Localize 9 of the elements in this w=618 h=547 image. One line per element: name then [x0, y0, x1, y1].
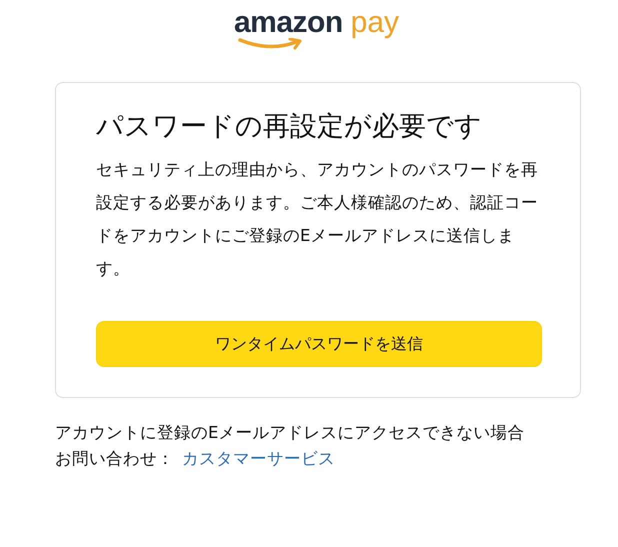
card-title: パスワードの再設定が必要です	[96, 111, 483, 144]
smile-arrow-icon	[238, 38, 304, 50]
customer-service-link[interactable]: カスタマーサービス	[182, 446, 335, 472]
logo-product: pay	[350, 8, 400, 38]
logo-brand: amazon	[234, 8, 343, 38]
send-button[interactable]: ワンタイムパスワードを送信	[96, 321, 542, 368]
help-text: アカウントに登録のEメールアドレスにアクセスできない場合	[55, 422, 526, 444]
contact-label: お問い合わせ：	[55, 448, 174, 470]
message-text: セキュリティ上の理由から、アカウントのパスワードを再設定する必要があります。ご本人様確認のため、認証コードをアカウントにご登録のEメールアドレスに送信します。	[96, 159, 539, 280]
